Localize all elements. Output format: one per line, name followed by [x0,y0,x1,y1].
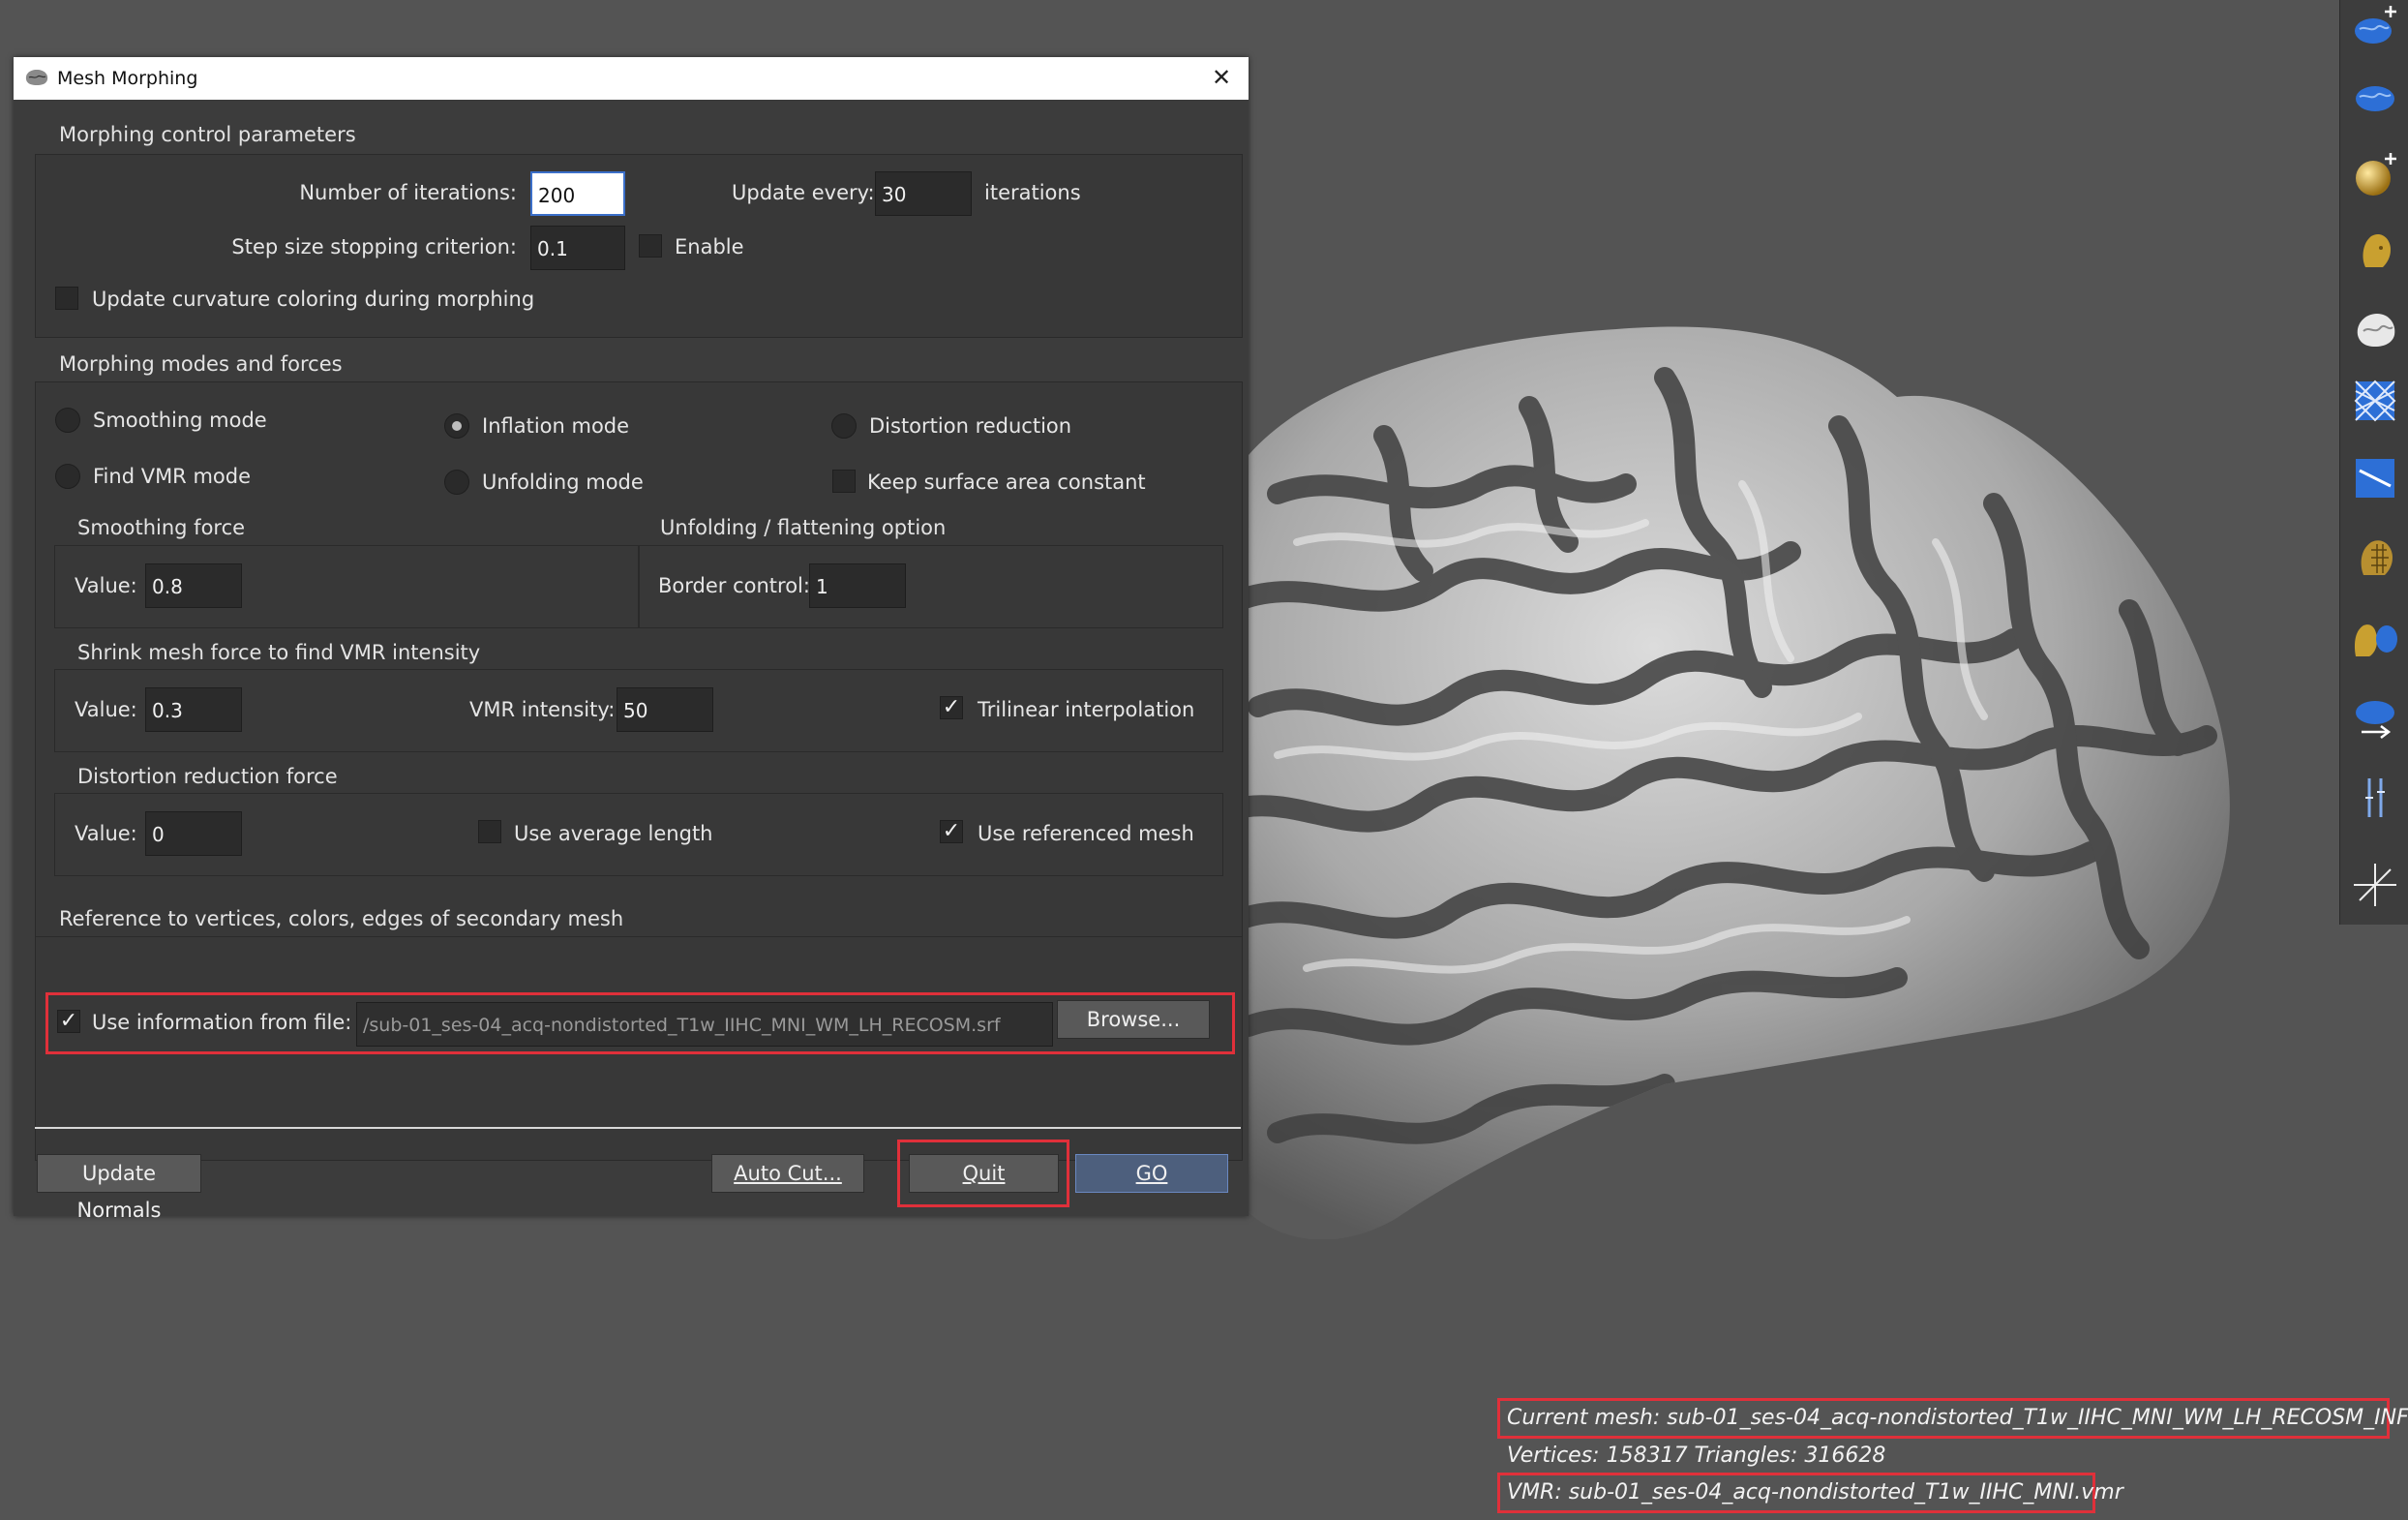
distortion-value-input[interactable]: 0 [145,811,242,856]
update-every-input[interactable]: 30 [875,171,972,216]
step-size-label: Step size stopping criterion: [231,235,517,258]
morph-params-heading: Morphing control parameters [59,123,356,146]
inflation-mode-label: Inflation mode [482,414,630,438]
brain-export-icon[interactable] [2352,695,2398,742]
iterations-input[interactable]: 200 [530,171,625,216]
distortion-reduction-label: Distortion reduction [869,414,1072,438]
smoothing-value-input[interactable]: 0.8 [145,563,242,608]
avg-length-checkbox[interactable] [478,820,501,843]
view-toolbar [2339,0,2408,925]
unfolding-heading: Unfolding / flattening option [660,516,947,539]
quit-button[interactable]: Quit [909,1154,1059,1193]
trilinear-label: Trilinear interpolation [978,698,1195,721]
border-control-label: Border control: [658,574,810,597]
shrink-value-input[interactable]: 0.3 [145,687,242,732]
brain-app-icon [25,70,48,85]
distortion-reduction-radio[interactable] [831,413,857,439]
find-vmr-mode-radio[interactable] [55,464,80,489]
update-normals-button[interactable]: Update Normals [37,1154,201,1222]
keep-area-checkbox[interactable] [832,470,856,493]
brain-add-icon[interactable] [2352,4,2398,50]
head-brain-icon[interactable] [2352,616,2398,662]
brain-icon[interactable] [2352,76,2398,122]
mesh-grid-icon[interactable] [2352,378,2398,424]
enable-checkbox[interactable] [639,234,662,258]
iterations-unit-label: iterations [984,181,1081,204]
smoothing-force-heading: Smoothing force [77,516,246,539]
slice-lines-icon[interactable] [2352,775,2398,821]
shrink-heading: Shrink mesh force to find VMR intensity [77,641,481,664]
smoothing-mode-radio[interactable] [55,408,80,433]
smoothing-mode-label: Smoothing mode [93,409,267,432]
enable-label: Enable [675,235,744,258]
browse-button[interactable]: Browse... [1057,1000,1210,1039]
use-file-label: Use information from file: [92,1011,352,1034]
iterations-label: Number of iterations: [299,181,517,204]
auto-cut-button[interactable]: Auto Cut... [711,1154,864,1193]
find-vmr-mode-label: Find VMR mode [93,465,252,488]
reference-heading: Reference to vertices, colors, edges of … [59,907,624,930]
curvature-label: Update curvature coloring during morphin… [92,288,535,311]
trilinear-checkbox[interactable]: ✓ [940,696,963,719]
inflation-mode-radio[interactable] [444,413,469,439]
smoothing-value-label: Value: [75,574,137,597]
current-mesh-status: Current mesh: sub-01_ses-04_acq-nondisto… [1507,1406,2408,1430]
close-icon[interactable]: ✕ [1208,64,1235,91]
dialog-title: Mesh Morphing [57,68,198,89]
border-control-input[interactable]: 1 [809,563,906,608]
distortion-value-label: Value: [75,822,137,845]
go-button[interactable]: GO [1075,1154,1228,1193]
shrink-value-label: Value: [75,698,137,721]
sphere-add-icon[interactable] [2352,151,2398,198]
unfolding-mode-radio[interactable] [444,470,469,495]
vmr-intensity-input[interactable]: 50 [617,687,713,732]
ref-mesh-checkbox[interactable]: ✓ [940,820,963,843]
brain-outline-icon[interactable] [2352,306,2398,352]
head-icon[interactable] [2352,227,2398,273]
unfolding-mode-label: Unfolding mode [482,471,644,494]
distortion-heading: Distortion reduction force [77,765,338,788]
mesh-morphing-dialog: Mesh Morphing ✕ Morphing control paramet… [14,57,1249,1222]
curvature-checkbox[interactable] [55,287,78,310]
avg-length-label: Use average length [514,822,713,845]
dialog-titlebar[interactable]: Mesh Morphing ✕ [14,57,1249,100]
brain-mesh-view[interactable] [1161,290,2323,1239]
smoothing-force-group [54,545,639,628]
vmr-intensity-label: VMR intensity: [469,698,616,721]
use-file-checkbox[interactable]: ✓ [57,1010,80,1033]
keep-area-label: Keep surface area constant [867,471,1146,494]
step-size-input[interactable]: 0.1 [530,226,625,270]
modes-heading: Morphing modes and forces [59,352,343,376]
line-tool-icon[interactable] [2352,455,2398,502]
vertices-status: Vertices: 158317 Triangles: 316628 [1507,1444,1886,1468]
crosshair-icon[interactable] [2352,862,2398,908]
reference-file-input[interactable]: /sub-01_ses-04_acq-nondistorted_T1w_IIHC… [356,1002,1053,1047]
vmr-status: VMR: sub-01_ses-04_acq-nondistorted_T1w_… [1507,1480,2123,1505]
ref-mesh-label: Use referenced mesh [978,822,1194,845]
update-every-label: Update every: [732,181,875,204]
button-separator [35,1127,1241,1129]
head-mesh-icon[interactable] [2352,534,2398,581]
